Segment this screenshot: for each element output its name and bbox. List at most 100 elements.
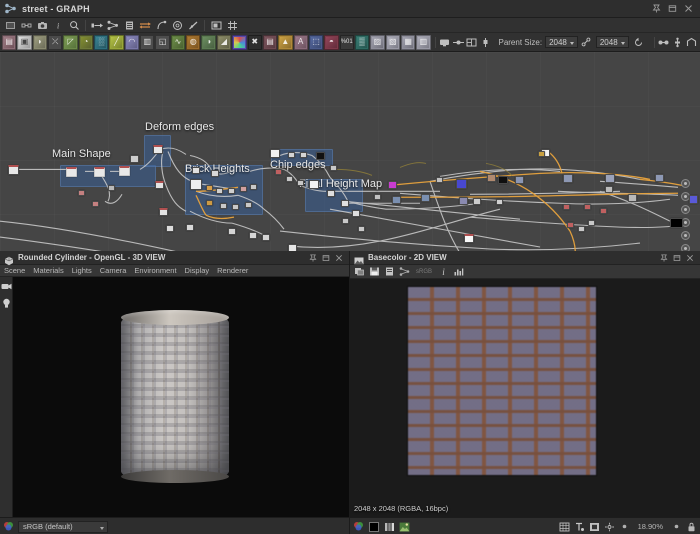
graph-node[interactable]: [192, 167, 200, 174]
graph-node[interactable]: [66, 167, 77, 177]
graph-node[interactable]: [250, 184, 257, 190]
output-node-roughness[interactable]: [681, 205, 690, 214]
graph-node[interactable]: [275, 169, 282, 175]
graph-node[interactable]: [584, 204, 591, 210]
pixel-info-icon[interactable]: [574, 521, 586, 533]
output-node-ao[interactable]: [681, 244, 690, 251]
rounded-cylinder-mesh[interactable]: [121, 317, 229, 477]
light-icon[interactable]: [1, 298, 12, 309]
parent-size-width-dropdown[interactable]: 2048: [545, 36, 578, 48]
graph-node[interactable]: [228, 188, 235, 194]
graph-node[interactable]: [228, 228, 236, 235]
bitmap-node-button[interactable]: ▤: [2, 35, 16, 50]
gradient-node-button[interactable]: ╱: [109, 35, 123, 50]
graph-node[interactable]: [297, 180, 304, 186]
link-creation-icon[interactable]: [18, 19, 34, 32]
normal-node-button[interactable]: ◢: [217, 35, 231, 50]
pin-icon[interactable]: [657, 252, 670, 264]
output-height-button[interactable]: ▥: [416, 35, 430, 50]
graph-node[interactable]: [220, 203, 227, 209]
graph-node[interactable]: [515, 176, 524, 184]
levels-node-button[interactable]: ◔: [79, 35, 93, 50]
tile-sampler-button[interactable]: ▒: [355, 35, 369, 50]
menu-display[interactable]: Display: [185, 266, 210, 275]
mesh-preview[interactable]: [0, 277, 349, 517]
parent-size-height-dropdown[interactable]: 2048: [596, 36, 629, 48]
duplicate-view-icon[interactable]: [383, 266, 396, 277]
menu-renderer[interactable]: Renderer: [217, 266, 248, 275]
output-node-height[interactable]: [681, 231, 690, 240]
close-icon[interactable]: [332, 252, 345, 264]
menu-scene[interactable]: Scene: [4, 266, 25, 275]
graph-node[interactable]: [159, 208, 168, 216]
shuffle-node-button[interactable]: ⤫: [48, 35, 62, 50]
graph-node[interactable]: [496, 199, 503, 205]
output-roughness-button[interactable]: ▦: [401, 35, 415, 50]
graph-node[interactable]: [316, 152, 325, 160]
graph-node[interactable]: [166, 225, 174, 232]
graph-node[interactable]: [130, 155, 139, 163]
copy-image-icon[interactable]: [353, 266, 366, 277]
frame-icon[interactable]: [208, 19, 224, 32]
link-tool-icon[interactable]: [153, 19, 169, 32]
menu-camera[interactable]: Camera: [100, 266, 127, 275]
graph-node[interactable]: [392, 196, 401, 204]
selection-node-button[interactable]: ⬚: [309, 35, 323, 50]
graph-node[interactable]: [216, 188, 223, 194]
graph-node[interactable]: [309, 180, 319, 189]
graph-node[interactable]: [421, 194, 430, 202]
grid-icon[interactable]: [224, 19, 240, 32]
graph-node[interactable]: [245, 202, 252, 208]
color-profile-icon[interactable]: [3, 521, 15, 533]
zoom-in-icon[interactable]: [670, 521, 682, 533]
info-icon[interactable]: i: [437, 266, 450, 277]
align-nodes-icon[interactable]: [89, 19, 105, 32]
graph-node[interactable]: [342, 218, 349, 224]
graph-node[interactable]: [262, 234, 270, 241]
graph-node[interactable]: [270, 149, 280, 158]
shape-mapper-button[interactable]: ▲: [278, 35, 292, 50]
graph-node[interactable]: [605, 174, 615, 183]
graph-node[interactable]: [563, 204, 570, 210]
graph-node[interactable]: [108, 185, 115, 191]
graph-node[interactable]: [341, 200, 349, 207]
shape-node-button[interactable]: ◠: [125, 35, 139, 50]
pin-icon[interactable]: [306, 252, 319, 264]
viewport-2d[interactable]: 2048 x 2048 (RGBA, 16bpc): [350, 279, 700, 517]
zoom-out-icon[interactable]: [619, 521, 631, 533]
new-graph-icon[interactable]: [2, 19, 18, 32]
graph-node[interactable]: [436, 177, 443, 183]
graph-node[interactable]: [206, 200, 213, 206]
graph-node[interactable]: [459, 197, 468, 205]
home-icon[interactable]: [685, 35, 697, 50]
graph-node[interactable]: [588, 220, 595, 226]
graph-canvas[interactable]: Main Shape Deform edges Brick Heights Ch…: [0, 52, 700, 251]
menu-materials[interactable]: Materials: [33, 266, 63, 275]
graph-node[interactable]: [605, 186, 613, 193]
connect-nodes-icon[interactable]: [137, 19, 153, 32]
material-node-button[interactable]: ✖: [248, 35, 262, 50]
restore-icon[interactable]: [670, 252, 683, 264]
blur-node-button[interactable]: ◍: [186, 35, 200, 50]
graph-node[interactable]: [567, 222, 574, 228]
graph-node[interactable]: [288, 152, 295, 158]
font-node-button[interactable]: A: [294, 35, 308, 50]
transform-node-button[interactable]: ◱: [155, 35, 169, 50]
graph-node[interactable]: [186, 224, 194, 231]
restore-icon[interactable]: [319, 252, 332, 264]
save-image-icon[interactable]: [368, 266, 381, 277]
reset-icon[interactable]: [632, 35, 645, 50]
graph-layout-icon[interactable]: [105, 19, 121, 32]
graph-node[interactable]: [498, 176, 508, 184]
snapshot-icon[interactable]: [34, 19, 50, 32]
fit-image-icon[interactable]: [589, 521, 601, 533]
channel-split-icon[interactable]: [383, 521, 395, 533]
graph-node[interactable]: [155, 181, 164, 189]
noise-node-button[interactable]: ░: [94, 35, 108, 50]
graph-node[interactable]: [464, 234, 474, 243]
graph-node[interactable]: [563, 174, 573, 183]
graph-node[interactable]: [153, 145, 163, 154]
graph-node[interactable]: [94, 167, 105, 177]
hsl-node-button[interactable]: [232, 35, 246, 50]
anchor-icon[interactable]: [671, 35, 683, 50]
